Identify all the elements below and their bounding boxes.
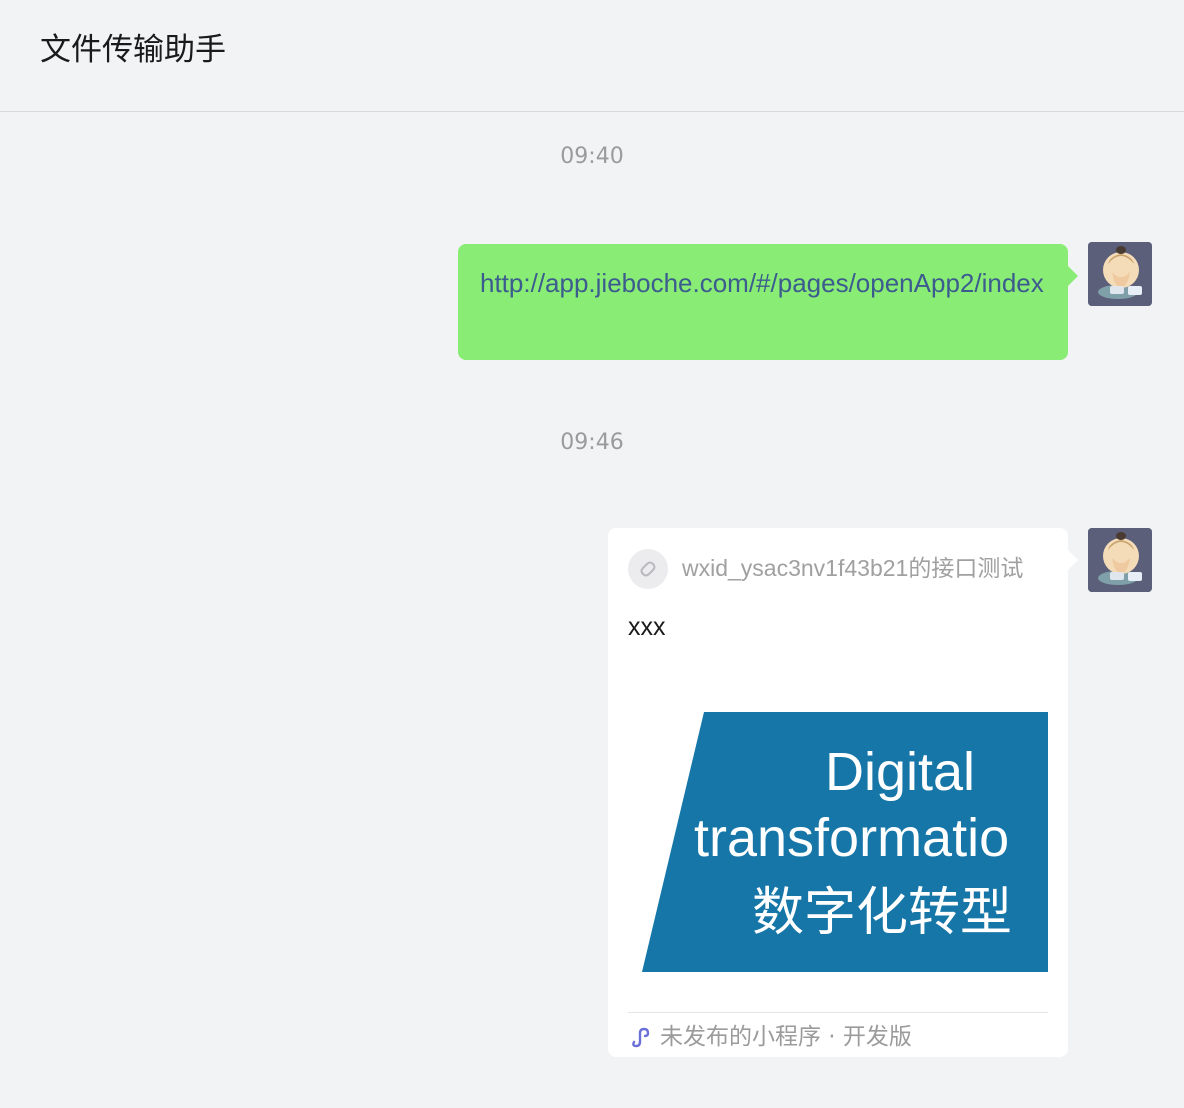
cartoon-person-avatar-icon <box>1088 242 1152 306</box>
cartoon-person-avatar-icon <box>1088 528 1152 592</box>
card-divider <box>628 1012 1048 1013</box>
mini-program-link-icon <box>628 549 668 589</box>
cover-text-line1: Digital <box>825 742 975 802</box>
chat-title: 文件传输助手 <box>40 32 226 68</box>
user-avatar[interactable] <box>1088 528 1152 592</box>
card-cover-image: Digital transformatio 数字化转型 <box>628 704 1048 984</box>
card-title: xxx <box>628 613 666 641</box>
mini-program-icon <box>628 1024 654 1050</box>
card-footer-label: 未发布的小程序 · 开发版 <box>660 1024 912 1050</box>
user-avatar[interactable] <box>1088 242 1152 306</box>
message-timestamp: 09:46 <box>560 430 624 455</box>
card-source-name: wxid_ysac3nv1f43b21的接口测试 <box>682 555 1024 581</box>
mini-program-card[interactable]: wxid_ysac3nv1f43b21的接口测试 xxx Digital tra… <box>608 528 1078 1057</box>
message-link-text[interactable]: http://app.jieboche.com/#/pages/openApp2… <box>480 262 1054 304</box>
cover-text-line3: 数字化转型 <box>752 883 1012 943</box>
message-bubble-link[interactable]: http://app.jieboche.com/#/pages/openApp2… <box>458 244 1078 360</box>
chat-header: 文件传输助手 <box>0 0 1184 112</box>
cover-text-line2: transformatio <box>694 808 1009 868</box>
message-timestamp: 09:40 <box>560 144 624 169</box>
